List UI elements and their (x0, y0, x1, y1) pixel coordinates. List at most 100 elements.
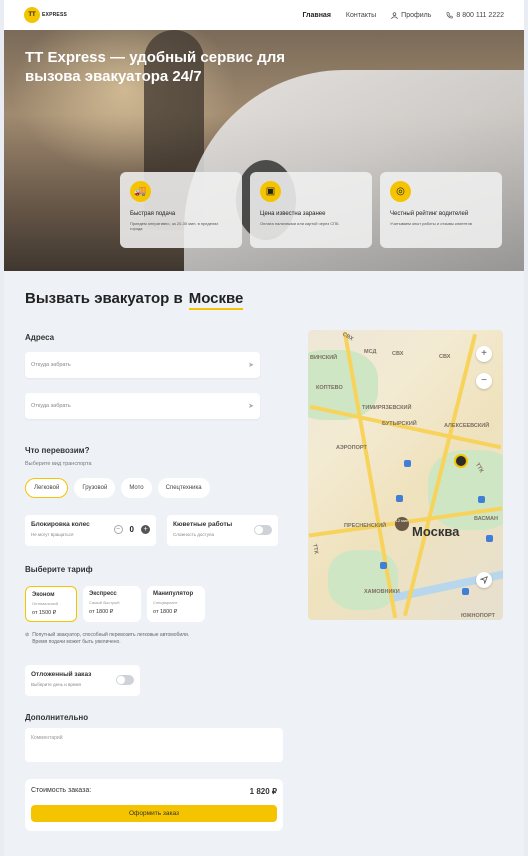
logo-text: EXPRESS (42, 12, 68, 18)
from-address-placeholder: Откуда забрать (31, 362, 71, 368)
to-address-input[interactable]: Откуда забрать ➤ (25, 393, 260, 419)
tow-truck-icon: 🚚 (130, 181, 151, 202)
steering-wheel-icon: ◎ (390, 181, 411, 202)
feature-title: Цена известна заранее (260, 211, 326, 217)
page: TT EXPRESS Главная Контакты Профиль 8 80… (4, 0, 524, 856)
map-label: БУТЫРСКИЙ (382, 421, 417, 427)
addresses-label: Адреса (25, 333, 55, 342)
zoom-out-button[interactable]: − (476, 373, 492, 389)
eta-marker: 12 мин (395, 517, 409, 531)
map-label: ВИНСКИЙ (310, 355, 338, 361)
nav-contacts[interactable]: Контакты (346, 12, 376, 19)
feature-card: ◎ Честный рейтинг водителей Учитываем оп… (380, 172, 502, 248)
city-selector[interactable]: Москве (188, 290, 244, 310)
cargo-chip-truck[interactable]: Грузовой (74, 478, 116, 498)
map-label: СВХ (439, 354, 451, 360)
from-address-input[interactable]: Откуда забрать ➤ (25, 352, 260, 378)
map-label: КОПТЕВО (316, 385, 343, 391)
tariff-economy[interactable]: Эконом Оптимальный от 1500 ₽ (25, 586, 77, 622)
hero-title: TT Express — удобный сервис для вызова э… (25, 49, 285, 85)
ditch-toggle[interactable] (254, 525, 272, 535)
to-address-placeholder: Откуда забрать (31, 403, 71, 409)
bus-stop-icon (404, 460, 411, 467)
map-label: ПРЕСНЕНСКИЙ (344, 523, 387, 529)
cargo-chips: Легковой Грузовой Мото Спецтехника (25, 478, 210, 498)
bus-stop-icon (486, 535, 493, 542)
main-nav: Главная Контакты Профиль 8 800 111 2222 (302, 12, 504, 19)
map-label: ВАСМАН (474, 516, 498, 522)
bus-stop-icon (478, 496, 485, 503)
check-circle-icon: ⊘ (25, 632, 30, 638)
nav-profile-label: Профиль (401, 11, 432, 19)
wheel-lock-stepper: − 0 + (113, 525, 150, 534)
header: TT EXPRESS Главная Контакты Профиль 8 80… (4, 0, 524, 30)
deferred-card: Отложенный заказ Выберите день и время (25, 665, 140, 696)
bus-stop-icon (396, 495, 403, 502)
cargo-sub: Выберите вид транспорта (25, 461, 92, 467)
nav-home[interactable]: Главная (302, 12, 330, 19)
map-label: СВХ (341, 331, 355, 343)
comment-input[interactable]: Комментарий (25, 728, 283, 762)
submit-order-button[interactable]: Оформить заказ (31, 805, 277, 822)
hero: TT Express — удобный сервис для вызова э… (4, 30, 524, 271)
order-total-value: 1 820 ₽ (249, 787, 277, 796)
nav-phone[interactable]: 8 800 111 2222 (446, 12, 504, 19)
map-label: ТТК (311, 543, 319, 555)
order-total-row: Стоимость заказа: 1 820 ₽ (31, 787, 277, 796)
cargo-chip-special[interactable]: Спецтехника (157, 478, 210, 498)
comment-placeholder: Комментарий (31, 735, 63, 741)
feature-cards: 🚚 Быстрая подача Приедем оперативно, за … (120, 172, 502, 248)
map-label: АЛЕКСЕЕВСКИЙ (444, 423, 490, 429)
cargo-label: Что перевозим? (25, 446, 90, 455)
map-label: ХАМОВНИКИ (364, 589, 400, 595)
deferred-toggle[interactable] (116, 675, 134, 685)
map-label: СВХ (392, 351, 404, 357)
cargo-chip-moto[interactable]: Мото (121, 478, 152, 498)
ditch-card: Кюветные работы Сложность доступа (167, 515, 278, 546)
feature-card: 🚚 Быстрая подача Приедем оперативно, за … (120, 172, 242, 248)
nav-profile[interactable]: Профиль (391, 12, 431, 19)
wallet-icon: ▣ (260, 181, 281, 202)
order-heading: Вызвать эвакуатор в Москве (25, 290, 244, 310)
location-arrow-icon[interactable]: ➤ (248, 402, 254, 410)
location-arrow-icon[interactable]: ➤ (248, 361, 254, 369)
tariff-price: от 1800 ₽ (89, 609, 114, 615)
tariff-desc: Оптимальный (32, 601, 59, 606)
tariff-price: от 1500 ₽ (32, 610, 57, 616)
navigation-arrow-icon (479, 576, 488, 585)
tariff-note: ⊘ Попутный эвакуатор, способный перевози… (25, 632, 205, 646)
map[interactable]: СВХ МСД СВХ СВХ КОПТЕВО ТИМИРЯЗЕВСКИЙ БУ… (308, 330, 503, 620)
feature-card: ▣ Цена известна заранее Оплата наличными… (250, 172, 372, 248)
map-city-label: Москва (412, 524, 460, 539)
nav-phone-label: 8 800 111 2222 (456, 11, 504, 19)
tariff-name: Эконом (32, 592, 55, 598)
feature-title: Быстрая подача (130, 211, 176, 217)
destination-pin[interactable] (454, 454, 468, 468)
extra-label: Дополнительно (25, 713, 89, 722)
map-label: ЮЖНОПОРТ (461, 613, 495, 619)
order-summary: Стоимость заказа: 1 820 ₽ Оформить заказ (25, 779, 283, 831)
feature-desc: Оплата наличными или картой через СПБ (260, 221, 339, 226)
zoom-in-button[interactable]: + (476, 346, 492, 362)
map-label: ТИМИРЯЗЕВСКИЙ (362, 405, 412, 411)
tariff-express[interactable]: Экспресс Самый быстрый от 1800 ₽ (83, 586, 141, 622)
tariff-name: Экспресс (89, 591, 117, 597)
plus-button[interactable]: + (141, 525, 150, 534)
tariff-note-text: Попутный эвакуатор, способный перевозить… (32, 632, 190, 645)
feature-desc: Учитываем опыт работы и отзывы клиентов (390, 221, 472, 226)
feature-title: Честный рейтинг водителей (390, 211, 469, 217)
bus-stop-icon (462, 588, 469, 595)
geolocate-button[interactable] (476, 572, 492, 588)
wheel-lock-value: 0 (129, 525, 134, 534)
user-icon (391, 11, 398, 19)
logo-mark: TT (24, 7, 40, 23)
tariff-desc: Самый быстрый (89, 600, 120, 605)
cargo-chip-car[interactable]: Легковой (25, 478, 69, 498)
map-label: МСД (364, 349, 377, 355)
tariff-manipulator[interactable]: Манипулятор Спецвариант от 1800 ₽ (147, 586, 205, 622)
map-label: АЭРОПОРТ (336, 445, 367, 451)
tariff-options: Эконом Оптимальный от 1500 ₽ Экспресс Са… (25, 586, 205, 622)
minus-button[interactable]: − (113, 525, 123, 534)
logo[interactable]: TT EXPRESS (24, 7, 67, 23)
wheel-lock-card: Блокировка колес Не могут вращаться − 0 … (25, 515, 156, 546)
